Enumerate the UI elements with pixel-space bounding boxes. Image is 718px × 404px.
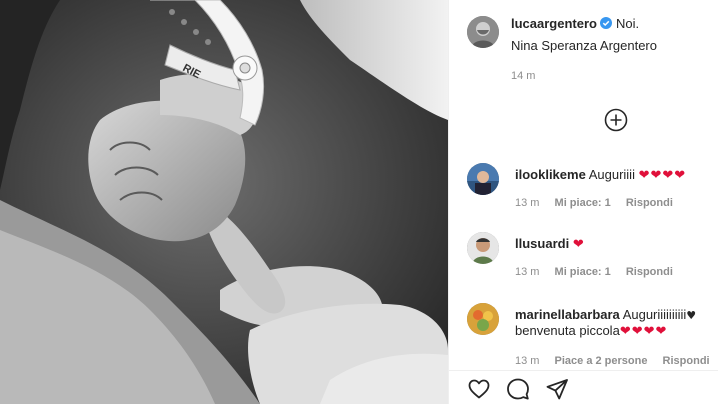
comment-username[interactable]: ilooklikeme (515, 167, 586, 182)
comment-text: ilooklikeme Auguriiii ❤❤❤❤ (515, 166, 718, 185)
reply-button[interactable]: Rispondi (626, 197, 673, 209)
comment-time[interactable]: 13 m (515, 197, 539, 209)
reply-button[interactable]: Rispondi (626, 266, 673, 278)
post-photo[interactable]: RIE (0, 0, 448, 404)
heart-emojis: ❤❤❤❤ (638, 168, 687, 183)
comment-likes[interactable]: Mi piace: 1 (555, 197, 611, 209)
black-heart-emoji: ♥ (686, 309, 697, 322)
verified-badge-icon (599, 17, 612, 29)
comment-likes[interactable]: Mi piace: 1 (555, 266, 611, 278)
comment-meta: 13 m Mi piace: 1 Rispondi (515, 197, 685, 209)
comment-text-line-2: benvenuta piccola❤❤❤❤ (515, 322, 718, 341)
post-timestamp[interactable]: 14 m (511, 70, 535, 82)
comment-time[interactable]: 13 m (515, 266, 539, 278)
comments-panel: lucaargentero Noi. Nina Speranza Argenter… (449, 0, 718, 404)
caption-line-1: lucaargentero Noi. (511, 16, 718, 32)
comment-item: ilooklikeme Auguriiii ❤❤❤❤ 13 m Mi piace… (467, 163, 718, 223)
heart-emojis: ❤ (572, 237, 585, 252)
comment-item: llusuardi ❤ 13 m Mi piace: 1 Rispondi (467, 232, 718, 292)
comment-text: llusuardi ❤ (515, 235, 718, 254)
comment-likes[interactable]: Piace a 2 persone (555, 355, 648, 367)
heart-emojis: ❤❤❤❤ (619, 324, 668, 339)
commenter-avatar[interactable] (467, 303, 499, 335)
comment-username[interactable]: llusuardi (515, 236, 569, 251)
photo-illustration: RIE (0, 0, 448, 404)
paper-plane-icon[interactable] (545, 377, 569, 401)
comment-time[interactable]: 13 m (515, 355, 539, 367)
heart-outline-icon[interactable] (467, 377, 491, 401)
commenter-avatar-image (467, 232, 499, 264)
author-username[interactable]: lucaargentero (511, 16, 597, 31)
commenter-avatar[interactable] (467, 163, 499, 195)
caption-text: Noi. (615, 16, 640, 31)
plus-circle-icon[interactable] (604, 108, 628, 132)
author-avatar-image (467, 16, 499, 48)
caption-line-2: Nina Speranza Argentero (511, 38, 657, 53)
author-avatar[interactable] (467, 16, 499, 48)
comment-item: marinellabarbara Auguriiiiiiiiii♥ benven… (467, 303, 718, 367)
comment-body-line-2: benvenuta piccola (515, 323, 620, 338)
comment-username[interactable]: marinellabarbara (515, 307, 620, 322)
comment-bubble-icon[interactable] (506, 377, 530, 401)
commenter-avatar[interactable] (467, 232, 499, 264)
comment-body: Auguriiii (588, 167, 635, 182)
reply-button[interactable]: Rispondi (663, 355, 710, 367)
commenter-avatar-image (467, 303, 499, 335)
commenter-avatar-image (467, 163, 499, 195)
comment-body: Auguriiiiiiiiii (622, 307, 687, 322)
comment-meta: 13 m Piace a 2 persone Rispondi (515, 355, 718, 367)
comment-meta: 13 m Mi piace: 1 Rispondi (515, 266, 685, 278)
action-bar (449, 370, 718, 404)
